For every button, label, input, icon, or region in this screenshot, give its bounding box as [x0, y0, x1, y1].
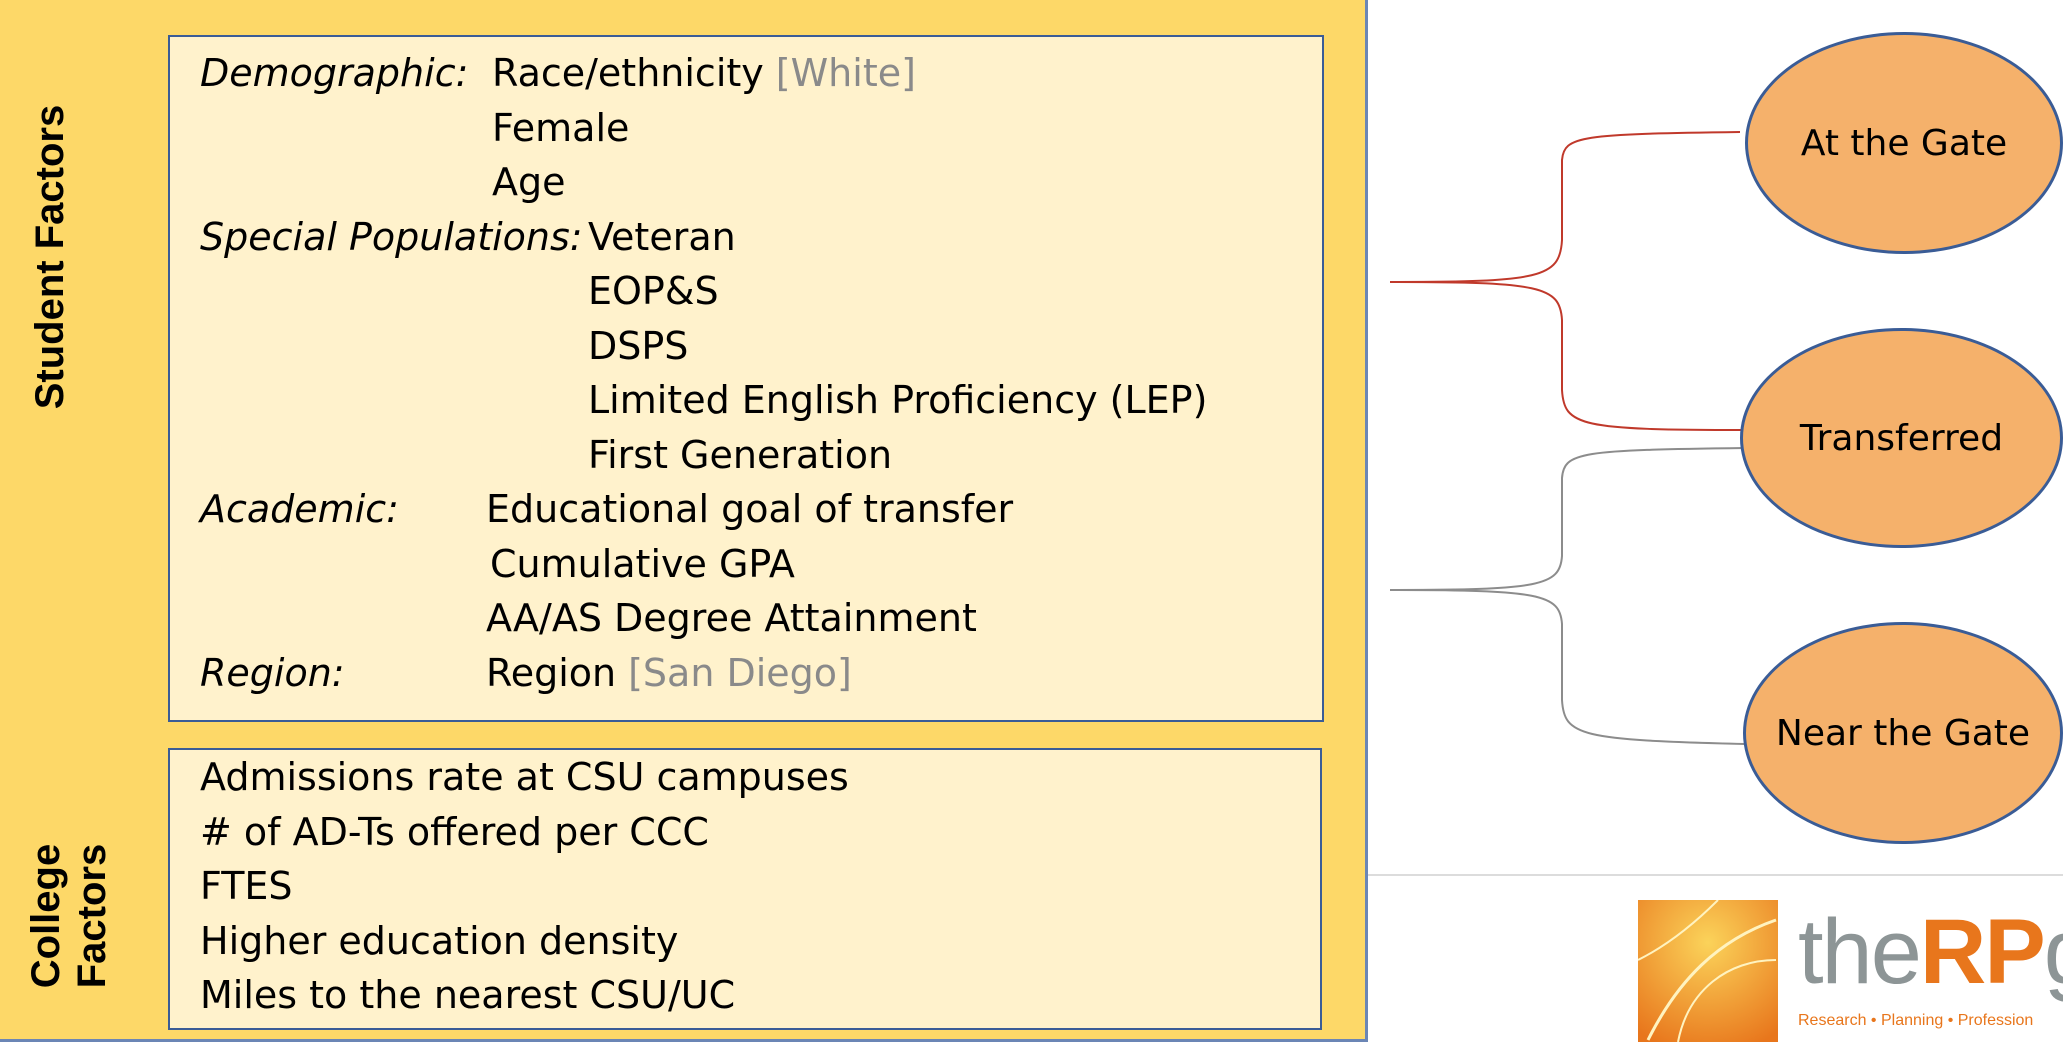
student-factor-value: Veteran — [588, 214, 736, 259]
student-factor-item: Age — [492, 159, 566, 205]
bracket-college-to-near — [1389, 589, 1746, 745]
reference-group-label: [White] — [775, 51, 916, 95]
student-factor-value: Limited English Proficiency (LEP) — [588, 378, 1208, 422]
student-factor-value: Cumulative GPA — [490, 541, 795, 586]
logo-word-prefix: the — [1798, 901, 1922, 1003]
college-factors-label-line1: College — [24, 843, 68, 989]
logo-wordmark: theRPgr — [1798, 902, 2063, 1002]
logo-word-bold: RP — [1919, 901, 2046, 1003]
rp-group-logo: theRPgr Research • Planning • Profession — [1638, 900, 2063, 1042]
student-factor-item: Race/ethnicity [White] — [492, 50, 916, 96]
college-factor-item: Admissions rate at CSU campuses — [200, 755, 849, 799]
factor-category-label: Academic: — [200, 487, 399, 531]
student-factor-value: Educational goal of transfer — [486, 487, 1014, 531]
student-factor-value: DSPS — [588, 323, 689, 368]
student-factors-label: Student Factors — [28, 104, 72, 410]
college-factor-item: Higher education density — [200, 918, 679, 963]
bracket-college-to-transferred — [1389, 447, 1746, 591]
logo-tagline: Research • Planning • Profession — [1798, 1012, 2034, 1029]
logo-graphic-icon — [1638, 900, 1778, 1042]
student-factor-value: AA/AS Degree Attainment — [486, 596, 977, 640]
college-factor-item: Miles to the nearest CSU/UC — [200, 973, 736, 1017]
reference-group-label: [San Diego] — [628, 650, 852, 695]
college-factors-label-line2: Factors — [70, 843, 114, 989]
student-factor-item: Limited English Proficiency (LEP) — [588, 377, 1207, 423]
factor-category-label: Special Populations: — [200, 214, 583, 259]
student-factor-item: DSPS — [588, 323, 688, 369]
student-factor-value: Age — [492, 160, 566, 204]
student-factor-value: Region — [486, 650, 617, 695]
bracket-student-to-transferred — [1389, 281, 1746, 431]
outcome-near-the-gate: Near the Gate — [1743, 622, 2063, 844]
student-factor-value: Female — [492, 105, 630, 150]
student-factor-item: Cumulative GPA — [490, 541, 795, 587]
student-factor-item: Veteran — [588, 214, 736, 260]
student-factor-item: Female — [492, 105, 629, 151]
outcome-at-the-gate: At the Gate — [1745, 32, 2063, 254]
outcome-transferred: Transferred — [1740, 328, 2063, 548]
student-factor-value: EOP&S — [588, 269, 719, 313]
student-factor-item: Educational goal of transfer — [486, 486, 1013, 532]
bracket-student-to-gate — [1389, 131, 1741, 283]
factor-category-label: Region: — [200, 650, 345, 695]
student-factor-item: EOP&S — [588, 268, 719, 314]
student-factor-value: Race/ethnicity — [492, 51, 764, 95]
college-factors-label: College Factors — [23, 816, 115, 1016]
factor-category-label: Demographic: — [200, 51, 469, 95]
student-factor-value: First Generation — [588, 432, 893, 477]
student-factor-item: AA/AS Degree Attainment — [486, 595, 977, 641]
footer-divider — [1368, 874, 2063, 876]
college-factor-item: FTES — [200, 864, 293, 908]
student-factor-item: Region [San Diego] — [486, 650, 852, 696]
logo-word-suffix: gr — [2044, 901, 2063, 1003]
college-factor-item: # of AD-Ts offered per CCC — [200, 809, 709, 854]
student-factor-item: First Generation — [588, 432, 892, 478]
